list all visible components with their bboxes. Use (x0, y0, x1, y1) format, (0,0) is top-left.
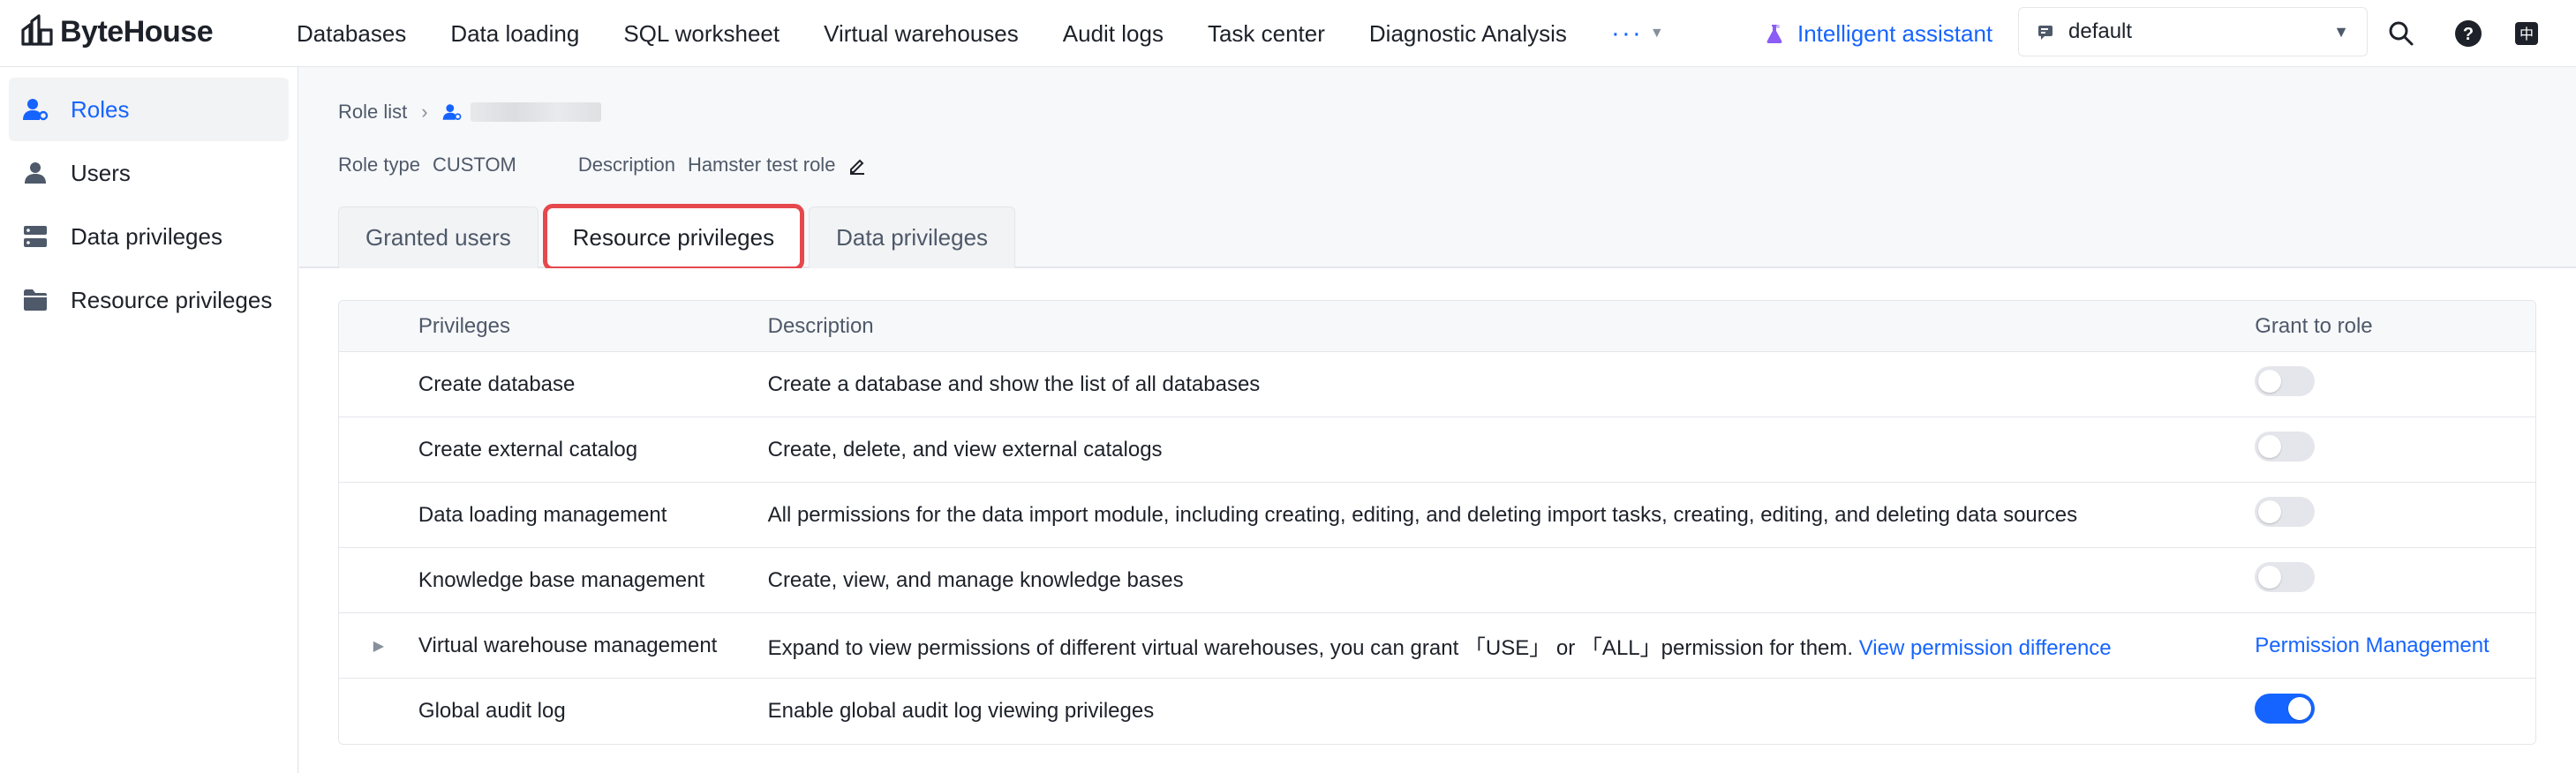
help-icon[interactable]: ? (2452, 18, 2484, 49)
nav-audit-logs[interactable]: Audit logs (1063, 20, 1164, 48)
role-name-redacted (470, 102, 601, 122)
table-row: Create external catalog Create, delete, … (339, 417, 2535, 483)
main-content: Role list › Role type CUSTOM Description… (299, 67, 2576, 773)
svg-text:?: ? (2463, 25, 2474, 44)
tab-granted-users[interactable]: Granted users (338, 206, 539, 268)
role-type-value: CUSTOM (432, 154, 516, 176)
chevron-right-icon: › (421, 101, 428, 123)
table-row: Create database Create a database and sh… (339, 352, 2535, 417)
view-permission-difference-link[interactable]: View permission difference (1859, 636, 2112, 660)
sidebar-item-users[interactable]: Users (9, 141, 289, 205)
workspace-select[interactable]: default ▼ (2018, 7, 2368, 56)
breadcrumb-role-list[interactable]: Role list (338, 101, 407, 124)
description-label: Description (577, 154, 675, 176)
sidebar-item-label: Roles (71, 95, 130, 123)
description-text: Expand to view permissions of different … (767, 636, 1854, 660)
app-logo[interactable]: ByteHouse (19, 14, 214, 49)
grant-toggle[interactable] (2255, 497, 2316, 527)
table-row: Knowledge base management Create, view, … (339, 548, 2535, 613)
header-grant: Grant to role (2255, 313, 2373, 338)
privileges-table: Privileges Description Grant to role Cre… (338, 300, 2536, 745)
caret-down-icon: ▼ (1649, 26, 1666, 41)
privilege-name: Create external catalog (418, 437, 638, 462)
search-icon[interactable] (2385, 18, 2417, 49)
privilege-name: Create database (418, 371, 576, 396)
tab-resource-privileges[interactable]: Resource privileges (542, 204, 805, 271)
nav-sql-worksheet[interactable]: SQL worksheet (623, 20, 780, 48)
intelligent-assistant-button[interactable]: Intelligent assistant (1764, 16, 1992, 51)
assistant-label: Intelligent assistant (1797, 19, 1993, 47)
privilege-name: Global audit log (418, 699, 566, 723)
nav-more-button[interactable]: ··· ▼ (1611, 19, 1666, 49)
grant-toggle[interactable] (2255, 693, 2316, 724)
edit-icon[interactable] (847, 155, 867, 175)
user-role-icon (21, 95, 49, 124)
nav-diagnostic-analysis[interactable]: Diagnostic Analysis (1369, 20, 1567, 48)
nav-databases[interactable]: Databases (297, 20, 406, 48)
tab-data-privileges[interactable]: Data privileges (809, 206, 1016, 268)
role-tabs: Granted users Resource privileges Data p… (338, 204, 1022, 271)
sidebar: Roles Users Data privileges Resource pri… (0, 67, 298, 773)
nav-virtual-warehouses[interactable]: Virtual warehouses (824, 20, 1019, 48)
sidebar-item-data-privileges[interactable]: Data privileges (9, 205, 289, 268)
privilege-name: Knowledge base management (418, 567, 705, 592)
workspace-selected: default (2068, 19, 2133, 43)
role-meta: Role type CUSTOM Description Hamster tes… (338, 154, 867, 176)
tab-panel: Privileges Description Grant to role Cre… (299, 268, 2576, 773)
grant-toggle[interactable] (2255, 562, 2316, 592)
assistant-flask-icon (1766, 25, 1782, 43)
table-row: Global audit log Enable global audit log… (339, 679, 2535, 744)
chevron-down-icon: ▼ (2333, 22, 2349, 41)
privilege-description: Enable global audit log viewing privileg… (767, 699, 1155, 723)
grant-toggle[interactable] (2255, 366, 2316, 396)
user-role-icon (442, 104, 461, 120)
privilege-description: Expand to view permissions of different … (768, 630, 2256, 661)
breadcrumb: Role list › (338, 101, 601, 124)
sidebar-item-roles[interactable]: Roles (9, 78, 289, 141)
privilege-description: Create, delete, and view external catalo… (767, 437, 1163, 462)
workspace-icon (2038, 26, 2053, 40)
table-header: Privileges Description Grant to role (339, 301, 2535, 352)
table-row: ▶ Virtual warehouse management Expand to… (339, 613, 2535, 679)
sidebar-item-label: Data privileges (71, 222, 222, 250)
privilege-name: Data loading management (418, 502, 667, 527)
more-dots: ··· (1610, 19, 1643, 48)
privilege-name: Virtual warehouse management (418, 633, 718, 657)
nav-data-loading[interactable]: Data loading (450, 20, 579, 48)
grant-toggle[interactable] (2255, 432, 2316, 462)
sidebar-item-label: Resource privileges (71, 286, 273, 313)
role-type-label: Role type (338, 154, 420, 176)
language-icon[interactable]: 中 (2511, 18, 2542, 49)
top-bar: ByteHouse Databases Data loading SQL wor… (0, 0, 2576, 67)
app-name: ByteHouse (60, 14, 214, 49)
table-row: Data loading management All permissions … (339, 483, 2535, 548)
header-privileges: Privileges (418, 313, 510, 338)
svg-text:中: 中 (2520, 26, 2534, 42)
user-icon (21, 159, 49, 187)
sidebar-item-label: Users (71, 159, 131, 186)
privilege-description: Create a database and show the list of a… (767, 371, 1261, 396)
description-value: Hamster test role (687, 154, 836, 176)
main-nav: Databases Data loading SQL worksheet Vir… (297, 0, 1666, 67)
folder-icon (21, 286, 49, 314)
data-privilege-icon (21, 222, 49, 251)
header-description: Description (767, 313, 874, 338)
expand-caret-icon[interactable]: ▶ (339, 637, 418, 655)
privilege-description: All permissions for the data import modu… (767, 502, 2078, 527)
nav-task-center[interactable]: Task center (1208, 20, 1325, 48)
sidebar-item-resource-privileges[interactable]: Resource privileges (9, 268, 289, 332)
bytehouse-logo-icon (21, 14, 53, 46)
permission-management-link[interactable]: Permission Management (2255, 634, 2489, 657)
privilege-description: Create, view, and manage knowledge bases (767, 567, 1184, 592)
